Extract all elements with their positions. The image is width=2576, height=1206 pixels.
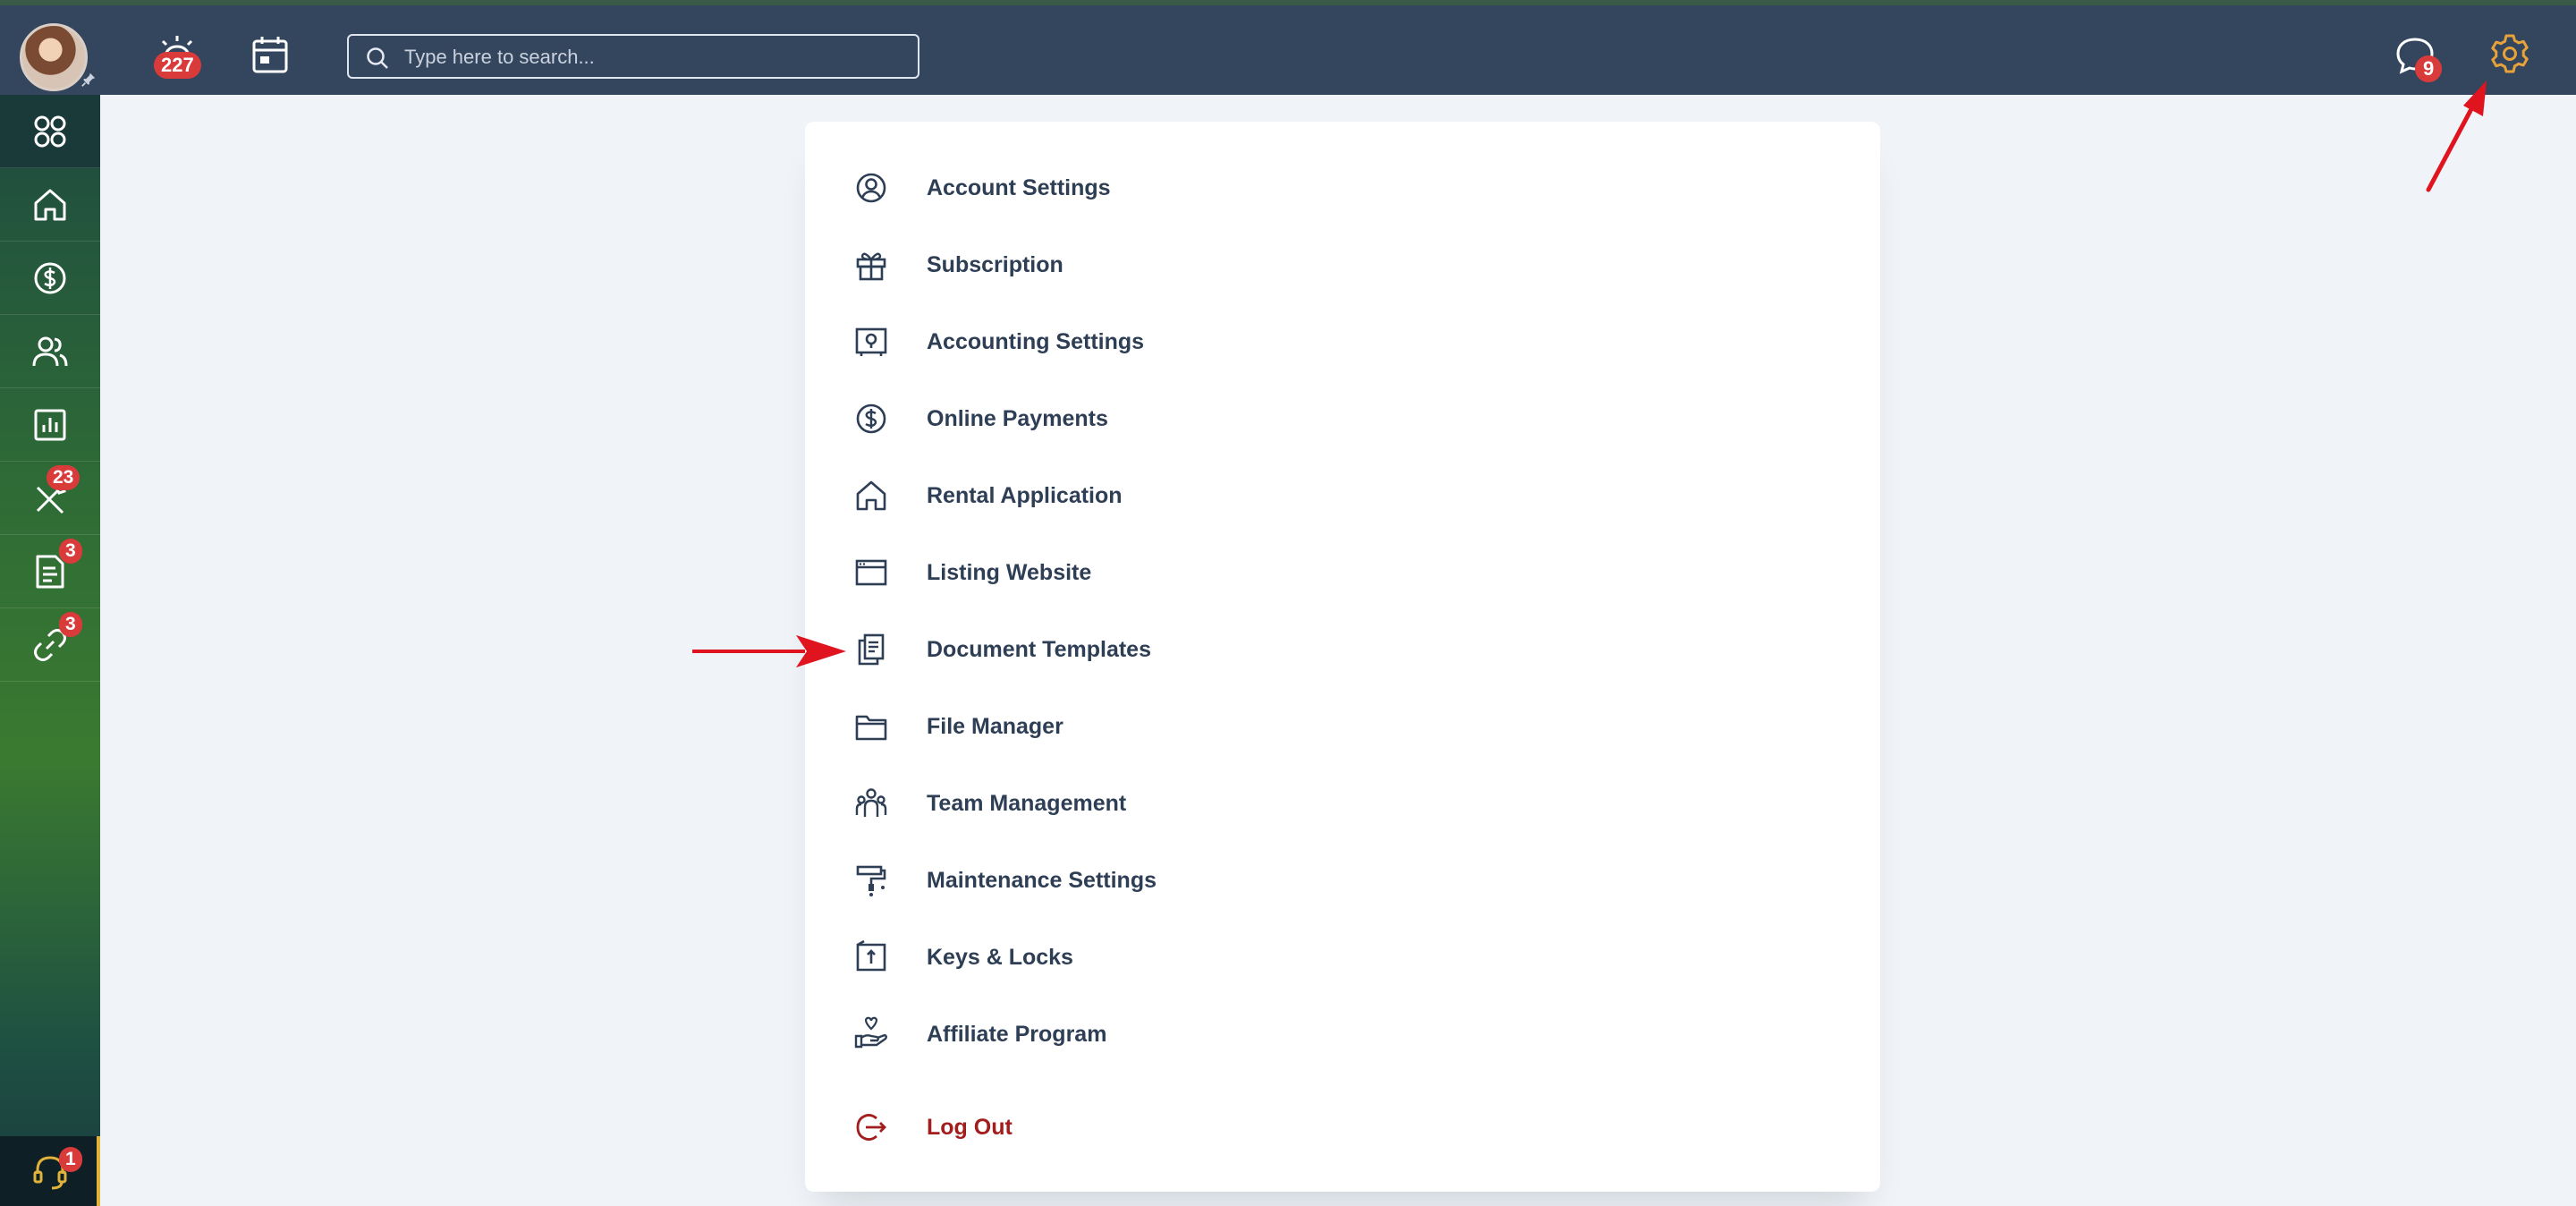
menu-item-subscription[interactable]: Subscription bbox=[853, 238, 1426, 292]
maintenance-badge: 23 bbox=[47, 465, 80, 490]
user-circle-icon bbox=[856, 173, 886, 203]
support-button[interactable]: 1 bbox=[0, 1136, 100, 1206]
search-icon bbox=[367, 47, 388, 69]
menu-item-label: Account Settings bbox=[927, 174, 1111, 200]
search-input[interactable] bbox=[404, 43, 905, 72]
menu-item-label: Online Payments bbox=[927, 405, 1108, 431]
annotation-arrow-gear bbox=[2426, 81, 2487, 192]
gift-icon bbox=[856, 252, 886, 281]
menu-item-label: Keys & Locks bbox=[927, 944, 1073, 970]
sidebar-item-payments[interactable] bbox=[0, 242, 100, 315]
sidebar: 23 3 3 bbox=[0, 95, 100, 1206]
menu-item-maintenance-settings[interactable]: Maintenance Settings bbox=[853, 854, 1426, 907]
key-box-icon bbox=[856, 939, 886, 972]
sidebar-item-home[interactable] bbox=[0, 168, 100, 242]
menu-item-label: Accounting Settings bbox=[927, 328, 1145, 354]
people-icon bbox=[32, 336, 68, 366]
sidebar-item-people[interactable] bbox=[0, 315, 100, 388]
support-badge: 1 bbox=[59, 1147, 82, 1172]
sidebar-item-maintenance[interactable]: 23 bbox=[0, 462, 100, 535]
menu-item-keys-locks[interactable]: Keys & Locks bbox=[853, 930, 1426, 984]
calendar-icon[interactable] bbox=[247, 32, 293, 79]
dollar-circle-icon bbox=[856, 403, 886, 434]
search-bar[interactable] bbox=[347, 34, 919, 79]
menu-item-team-management[interactable]: Team Management bbox=[853, 777, 1426, 830]
menu-item-account-settings[interactable]: Account Settings bbox=[853, 161, 1426, 215]
documents-icon bbox=[858, 633, 885, 666]
menu-item-label: Rental Application bbox=[927, 482, 1123, 508]
sidebar-item-reports[interactable] bbox=[0, 388, 100, 462]
top-bar: 227 9 bbox=[0, 0, 2576, 95]
menu-item-label: Maintenance Settings bbox=[927, 867, 1157, 893]
documents-badge: 3 bbox=[59, 539, 82, 564]
user-avatar[interactable] bbox=[20, 23, 88, 91]
logout-button[interactable]: Log Out bbox=[853, 1100, 1426, 1154]
house-icon bbox=[856, 480, 886, 511]
paint-roller-icon bbox=[856, 865, 886, 896]
pin-icon bbox=[81, 72, 96, 87]
annotation-arrow-document-templates bbox=[692, 635, 846, 667]
menu-item-listing-website[interactable]: Listing Website bbox=[853, 546, 1426, 599]
menu-item-accounting-settings[interactable]: Accounting Settings bbox=[853, 315, 1426, 369]
logout-label: Log Out bbox=[927, 1114, 1013, 1140]
menu-item-label: Document Templates bbox=[927, 636, 1151, 662]
browser-window-icon bbox=[855, 559, 887, 586]
dollar-circle-icon bbox=[34, 262, 66, 293]
logout-icon bbox=[856, 1114, 886, 1141]
sidebar-item-apps[interactable] bbox=[0, 95, 100, 168]
notifications-badge: 227 bbox=[154, 52, 201, 79]
menu-item-label: Subscription bbox=[927, 251, 1063, 277]
settings-gear-icon[interactable] bbox=[2487, 30, 2533, 77]
apps-grid-icon bbox=[34, 115, 66, 147]
menu-item-label: Affiliate Program bbox=[927, 1021, 1107, 1047]
home-icon bbox=[34, 189, 66, 220]
hand-heart-icon bbox=[854, 1016, 887, 1049]
bar-chart-icon bbox=[34, 409, 66, 440]
menu-item-label: Listing Website bbox=[927, 559, 1092, 585]
team-icon bbox=[855, 788, 887, 817]
menu-item-label: Team Management bbox=[927, 790, 1127, 816]
sidebar-item-documents[interactable]: 3 bbox=[0, 535, 100, 608]
settings-menu-card: Account Settings Subscription Accounting S… bbox=[805, 122, 1880, 1192]
menu-item-label: File Manager bbox=[927, 713, 1063, 739]
menu-item-affiliate-program[interactable]: Affiliate Program bbox=[853, 1007, 1426, 1061]
folder-icon bbox=[855, 715, 887, 741]
sidebar-item-links[interactable]: 3 bbox=[0, 608, 100, 682]
menu-item-rental-application[interactable]: Rental Application bbox=[853, 469, 1426, 522]
menu-item-online-payments[interactable]: Online Payments bbox=[853, 392, 1426, 446]
links-badge: 3 bbox=[59, 612, 82, 637]
menu-item-file-manager[interactable]: File Manager bbox=[853, 700, 1426, 753]
safe-icon bbox=[855, 327, 887, 356]
menu-item-document-templates[interactable]: Document Templates bbox=[853, 623, 1426, 676]
